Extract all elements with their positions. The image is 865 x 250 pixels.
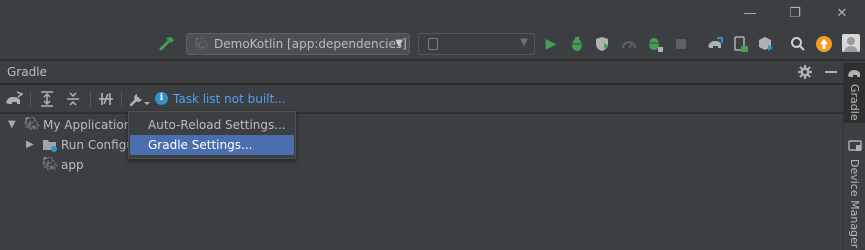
main-toolbar: 🐘︎ DemoKotlin [app:dependencies] ▼ ▼ ▶ <box>0 28 865 60</box>
gradle-elephant-icon: 🐘︎ <box>194 37 210 51</box>
panel-title: Gradle <box>7 65 47 79</box>
attach-debugger-icon[interactable] <box>646 35 664 53</box>
chevron-right-icon[interactable]: ▶ <box>26 135 34 155</box>
user-icon <box>847 37 855 45</box>
hammer-icon[interactable] <box>158 35 176 53</box>
minimize-button[interactable]: — <box>739 4 761 24</box>
gradle-elephant-icon: 🐘︎ <box>42 157 59 172</box>
update-icon[interactable] <box>815 35 833 53</box>
user-avatar[interactable] <box>842 34 860 52</box>
side-tab-label: Device Manager <box>848 159 861 249</box>
gradle-elephant-icon <box>847 67 862 79</box>
reload-gradle-icon[interactable] <box>5 90 24 108</box>
run-configuration-label: DemoKotlin [app:dependencies] <box>214 37 407 51</box>
build-tool-settings-button[interactable] <box>128 90 152 108</box>
coverage-icon[interactable] <box>593 35 611 53</box>
restore-button[interactable]: ❐ <box>784 4 806 24</box>
menu-item-auto-reload-settings[interactable]: Auto-Reload Settings... <box>130 115 294 135</box>
run-configuration-select[interactable]: 🐘︎ DemoKotlin [app:dependencies] ▼ <box>186 33 410 55</box>
info-icon: i <box>155 92 168 105</box>
close-icon: ✕ <box>836 6 848 21</box>
profile-icon[interactable] <box>620 35 638 53</box>
gradle-tree: ▼ 🐘︎ My Application ▶ Run Configu 🐘︎ app <box>0 114 843 250</box>
tree-item-label: My Application <box>43 118 132 132</box>
restore-icon: ❐ <box>789 6 801 21</box>
collapse-all-icon[interactable] <box>64 90 82 108</box>
toggle-offline-icon[interactable] <box>97 90 115 108</box>
menu-item-gradle-settings[interactable]: Gradle Settings... <box>130 135 294 155</box>
task-list-status-link[interactable]: Task list not built... <box>173 92 286 106</box>
chevron-down-icon[interactable]: ▼ <box>8 115 16 135</box>
device-icon <box>428 38 438 50</box>
chevron-down-icon: ▼ <box>520 37 528 48</box>
tree-item-label: Run Configu <box>61 138 134 152</box>
gear-icon[interactable] <box>796 63 814 81</box>
right-tool-stripe: Gradle Device Manager <box>843 61 865 250</box>
sdk-manager-icon[interactable] <box>756 35 774 53</box>
device-manager-icon[interactable] <box>731 35 749 53</box>
build-tool-settings-popup: Auto-Reload Settings... Gradle Settings.… <box>128 111 296 159</box>
minimize-icon: — <box>743 6 757 21</box>
tab-device-manager[interactable]: Device Manager <box>844 135 865 250</box>
window-titlebar: — ❐ ✕ <box>0 0 865 28</box>
search-icon[interactable] <box>789 35 807 53</box>
folder-icon <box>42 138 58 152</box>
hide-panel-icon[interactable] <box>822 63 840 81</box>
run-icon[interactable]: ▶ <box>542 35 560 53</box>
close-button[interactable]: ✕ <box>831 4 853 24</box>
device-manager-icon <box>848 140 862 152</box>
tree-item-label: app <box>61 158 84 172</box>
debug-icon[interactable] <box>568 35 586 53</box>
stop-icon[interactable] <box>672 35 690 53</box>
side-tab-label: Gradle <box>848 84 861 121</box>
tab-gradle[interactable]: Gradle <box>844 63 865 123</box>
chevron-down-icon: ▼ <box>395 38 403 49</box>
expand-all-icon[interactable] <box>38 90 56 108</box>
gradle-elephant-icon: 🐘︎ <box>24 117 41 132</box>
gradle-sync-icon[interactable] <box>706 35 724 53</box>
device-select[interactable]: ▼ <box>418 33 535 55</box>
gradle-panel-header: Gradle <box>0 61 843 83</box>
gradle-panel-toolbar <box>0 85 843 113</box>
